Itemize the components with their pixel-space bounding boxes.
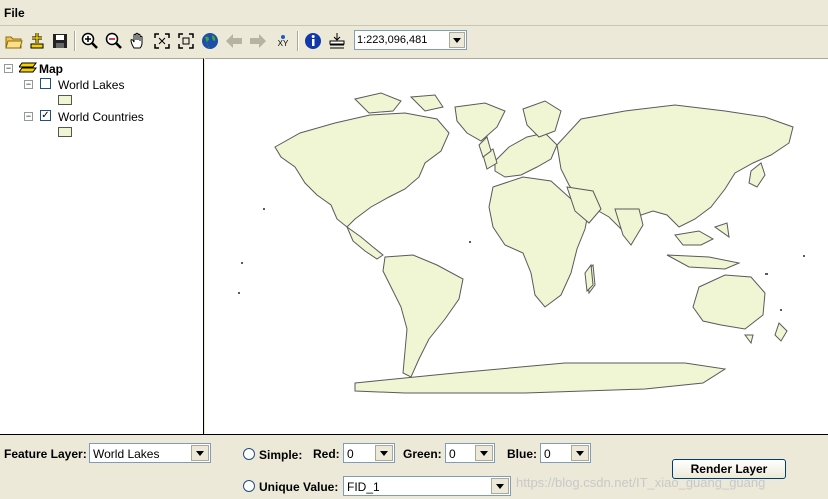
full-extent-icon[interactable] xyxy=(151,30,173,52)
globe-icon[interactable] xyxy=(199,30,221,52)
map-layers-icon xyxy=(18,62,37,77)
xy-label: XY xyxy=(277,38,289,48)
world-map xyxy=(238,92,805,394)
unique-value-select[interactable]: FID_1 xyxy=(343,476,511,496)
unique-value-label: Unique Value: xyxy=(259,480,339,494)
legend-swatch xyxy=(58,127,72,137)
collapse-toggle[interactable]: − xyxy=(24,112,33,121)
fixed-zoom-icon[interactable] xyxy=(175,30,197,52)
layer-checkbox[interactable]: ✓ xyxy=(40,110,51,121)
save-icon[interactable] xyxy=(49,30,71,52)
forward-arrow-icon[interactable] xyxy=(247,30,269,52)
feature-layer-value: World Lakes xyxy=(93,447,160,461)
chevron-down-icon[interactable] xyxy=(449,32,465,48)
simple-radio[interactable] xyxy=(243,448,255,460)
map-canvas[interactable] xyxy=(205,58,828,434)
unique-value-radio[interactable] xyxy=(243,480,255,492)
blue-value: 0 xyxy=(544,447,551,461)
feature-layer-label: Feature Layer: xyxy=(4,447,87,461)
pan-hand-icon[interactable] xyxy=(127,30,149,52)
green-value: 0 xyxy=(449,447,456,461)
layer-properties-icon[interactable] xyxy=(326,30,348,52)
blue-label: Blue: xyxy=(507,447,537,461)
chevron-down-icon[interactable] xyxy=(491,478,509,494)
file-menu[interactable]: File xyxy=(4,6,25,20)
menu-bar: File xyxy=(0,0,828,26)
red-label: Red: xyxy=(313,447,340,461)
chevron-down-icon[interactable] xyxy=(571,445,589,461)
scale-value: 1:223,096,481 xyxy=(357,34,428,46)
chevron-down-icon[interactable] xyxy=(191,445,209,461)
zoom-in-icon[interactable] xyxy=(79,30,101,52)
layer-label[interactable]: World Countries xyxy=(58,110,144,124)
scale-combo[interactable]: 1:223,096,481 xyxy=(354,30,467,50)
legend-swatch xyxy=(58,95,72,105)
layer-checkbox[interactable] xyxy=(40,78,51,89)
red-select[interactable]: 0 xyxy=(343,443,395,463)
collapse-toggle[interactable]: − xyxy=(4,64,13,73)
add-data-icon[interactable] xyxy=(26,30,48,52)
unique-value-field: FID_1 xyxy=(347,480,380,494)
simple-option[interactable]: Simple: xyxy=(239,444,309,464)
green-select[interactable]: 0 xyxy=(445,443,495,463)
unique-value-option[interactable]: Unique Value: xyxy=(239,476,341,496)
chevron-down-icon[interactable] xyxy=(375,445,393,461)
back-arrow-icon[interactable] xyxy=(223,30,245,52)
layer-label[interactable]: World Lakes xyxy=(58,78,124,92)
identify-info-icon[interactable] xyxy=(302,30,324,52)
xy-coordinate-icon[interactable]: XY xyxy=(272,30,294,52)
table-of-contents: − Map − World Lakes − ✓ World Countries xyxy=(0,58,204,434)
watermark-text: https://blog.csdn.net/IT_xiao_guang_guan… xyxy=(516,475,766,490)
red-value: 0 xyxy=(347,447,354,461)
blue-select[interactable]: 0 xyxy=(540,443,591,463)
simple-label: Simple: xyxy=(259,448,303,462)
green-label: Green: xyxy=(403,447,442,461)
collapse-toggle[interactable]: − xyxy=(24,80,33,89)
map-root-label: Map xyxy=(39,62,63,76)
chevron-down-icon[interactable] xyxy=(475,445,493,461)
open-folder-icon[interactable] xyxy=(3,30,25,52)
feature-layer-select[interactable]: World Lakes xyxy=(89,443,211,463)
zoom-out-icon[interactable] xyxy=(103,30,125,52)
